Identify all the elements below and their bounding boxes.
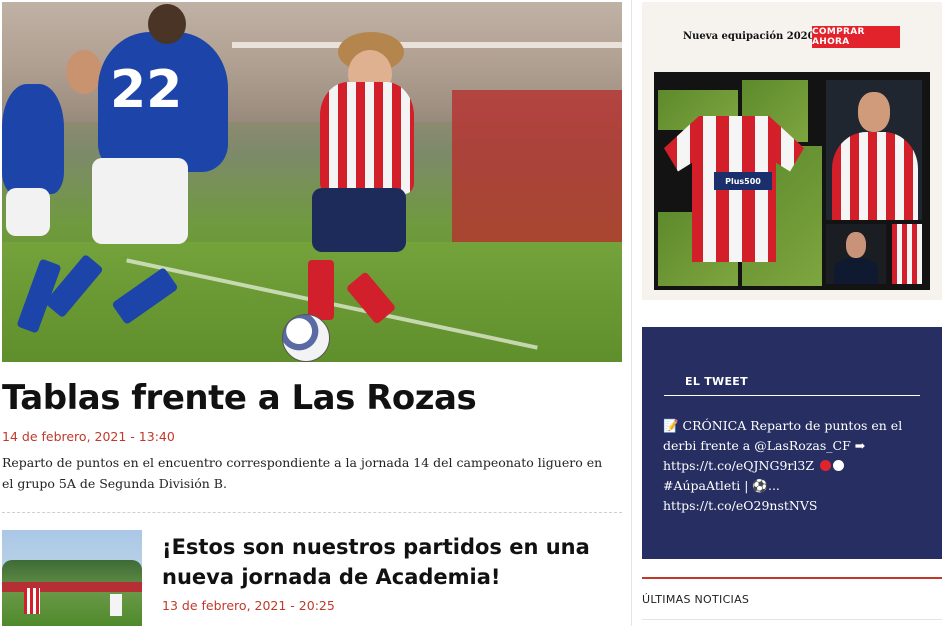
second-article-date: 13 de febrero, 2021 - 20:25 <box>162 598 335 613</box>
coach-photo <box>826 224 886 284</box>
player-photo-head <box>858 92 890 132</box>
lead-article-image[interactable]: 22 <box>2 2 622 362</box>
lead-article-title[interactable]: Tablas frente a Las Rozas <box>2 378 477 418</box>
player-shirt <box>320 82 414 194</box>
white-circle-icon <box>833 460 845 471</box>
player-sock-left <box>308 260 334 320</box>
tweet-link[interactable]: https://t.co/eQJNG9rl3Z <box>663 458 814 473</box>
column-separator <box>631 0 632 626</box>
football <box>282 314 330 362</box>
second-article-image[interactable] <box>2 530 142 626</box>
opponent-shorts-22 <box>92 158 188 244</box>
tweet-widget: EL TWEET 📝 CRÓNICA Reparto de puntos en … <box>642 327 942 559</box>
main-content: 22 Tablas frente a Las Rozas 14 de febre… <box>0 0 624 626</box>
opponent-head-left <box>66 50 102 94</box>
tweet-text: 📝 CRÓNICA Reparto de puntos en el derbi … <box>663 418 903 453</box>
ad-tile <box>892 224 922 284</box>
tweet-hashtag[interactable]: #AúpaAtleti | ⚽... <box>663 478 780 493</box>
opponent-shorts-left <box>6 188 50 236</box>
jersey-number: 22 <box>110 60 183 120</box>
ad-image[interactable]: Plus500 <box>654 72 930 290</box>
tweet-heading: EL TWEET <box>664 375 920 396</box>
ad-text: Nueva equipación 2020/21 <box>683 31 833 42</box>
buy-now-button[interactable]: COMPRAR AHORA <box>812 26 900 48</box>
player-photo-shirt <box>832 132 918 220</box>
tweet-link[interactable]: https://t.co/eO29nstNVS <box>663 498 817 513</box>
opponent-player-left <box>2 84 64 194</box>
opponent-head-22 <box>148 4 186 44</box>
latest-news-heading: ÚLTIMAS NOTICIAS <box>642 593 750 606</box>
red-circle-icon <box>820 460 832 471</box>
second-article-title[interactable]: ¡Estos son nuestros partidos en una nuev… <box>162 532 622 592</box>
thumb-opponent <box>110 594 122 616</box>
player-shorts <box>312 188 406 252</box>
lead-article-date: 14 de febrero, 2021 - 13:40 <box>2 429 175 444</box>
lead-article-excerpt: Reparto de puntos en el encuentro corres… <box>2 455 603 491</box>
coach-photo-head <box>846 232 866 258</box>
tweet-body[interactable]: 📝 CRÓNICA Reparto de puntos en el derbi … <box>663 416 925 516</box>
player-photo <box>826 80 922 220</box>
thumb-fence <box>2 582 142 592</box>
coach-photo-body <box>834 258 878 284</box>
kit-advert[interactable]: Nueva equipación 2020/21 COMPRAR AHORA P… <box>642 2 942 300</box>
latest-news-divider <box>642 619 942 620</box>
latest-news-rule <box>642 577 942 579</box>
article-divider <box>2 512 622 513</box>
kit-sponsor: Plus500 <box>714 172 772 190</box>
stand-railing <box>232 42 622 48</box>
thumb-player <box>24 588 40 614</box>
